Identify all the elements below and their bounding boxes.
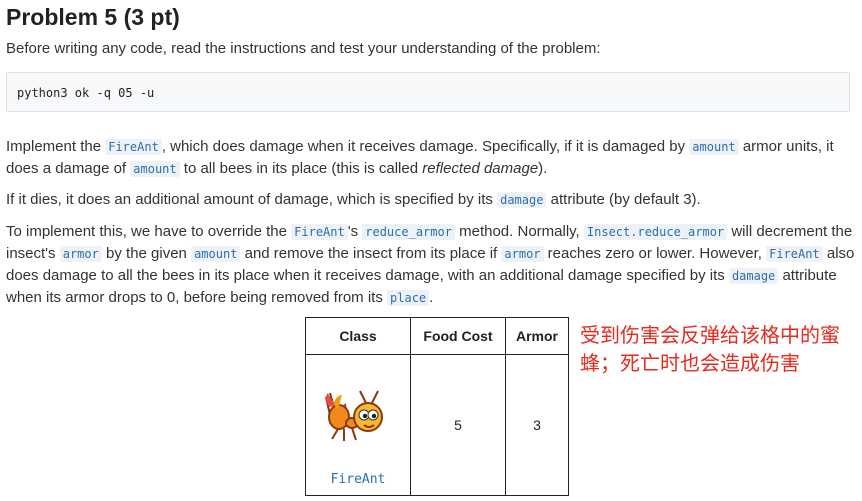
annotation-note: 受到伤害会反弹给该格中的蜜蜂；死亡时也会造成伤害 <box>580 325 840 375</box>
inline-code: damage <box>728 268 779 284</box>
ant-stats-table: Class Food Cost Armor FireAnt 5 3 <box>305 317 569 496</box>
paragraph-implementation: To implement this, we have to override t… <box>6 223 855 306</box>
inline-code: amount <box>130 161 180 177</box>
header-food-cost: Food Cost <box>410 317 506 355</box>
inline-code: armor <box>59 246 102 262</box>
inline-code: damage <box>497 192 547 208</box>
ant-class-name: FireAnt <box>330 472 386 487</box>
header-class: Class <box>305 317 411 355</box>
inline-code: Insect.reduce_armor <box>583 224 728 240</box>
fire-ant-icon <box>325 390 383 441</box>
inline-code: place <box>387 290 430 306</box>
food-cost-cell: 5 <box>410 354 506 496</box>
intro-text: Before writing any code, read the instru… <box>6 40 601 57</box>
class-cell: FireAnt <box>305 354 411 496</box>
paragraph-death-damage: If it dies, it does an additional amount… <box>6 191 701 208</box>
inline-code: reduce_armor <box>362 224 455 240</box>
paragraph-reflected-damage: Implement the FireAnt, which does damage… <box>6 138 834 177</box>
table-row: FireAnt 5 3 <box>305 354 569 496</box>
inline-code: FireAnt <box>105 139 162 155</box>
armor-cell: 3 <box>505 354 569 496</box>
page-title: Problem 5 (3 pt) <box>6 4 180 30</box>
header-armor: Armor <box>505 317 569 355</box>
inline-code: armor <box>501 246 544 262</box>
command-code-block: python3 ok -q 05 -u <box>6 72 850 112</box>
inline-code: FireAnt <box>291 224 348 240</box>
inline-code: amount <box>191 246 241 262</box>
inline-code: FireAnt <box>766 246 823 262</box>
inline-code: amount <box>689 139 739 155</box>
